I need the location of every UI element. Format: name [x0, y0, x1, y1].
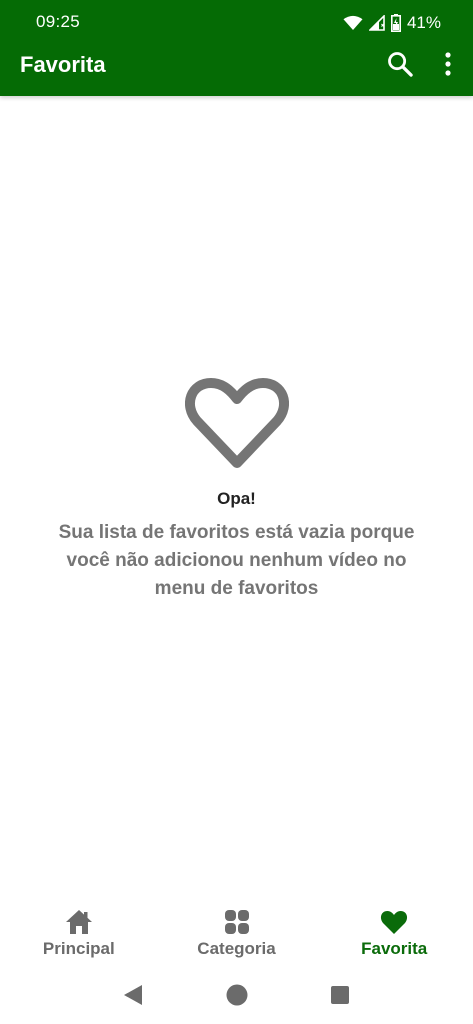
cell-signal-icon: [368, 15, 385, 31]
nav-item-favorita[interactable]: Favorita: [315, 905, 473, 965]
home-circle-icon[interactable]: [225, 983, 249, 1007]
nav-item-principal[interactable]: Principal: [0, 905, 158, 965]
bottom-nav: Principal Categoria Favorita: [0, 905, 473, 965]
nav-label-principal: Principal: [42, 939, 115, 958]
search-icon[interactable]: [386, 50, 414, 78]
battery-percent: 41%: [406, 13, 441, 32]
status-time: 09:25: [36, 12, 81, 31]
status-bar: 09:25 41%: [0, 0, 473, 46]
system-nav-bar: [0, 975, 473, 1015]
battery-icon: [390, 14, 401, 32]
app-bar: 09:25 41% Favorita: [0, 0, 473, 96]
nav-label-favorita: Favorita: [361, 939, 428, 958]
empty-title: Opa!: [217, 489, 256, 508]
nav-label-categoria: Categoria: [197, 939, 276, 958]
back-icon[interactable]: [122, 983, 144, 1007]
nav-item-categoria[interactable]: Categoria: [158, 905, 316, 965]
heart-outline-icon: [184, 378, 289, 468]
home-icon: [65, 910, 92, 934]
category-grid-icon: [224, 910, 249, 934]
page-title: Favorita: [20, 52, 106, 77]
recents-icon[interactable]: [329, 983, 351, 1007]
empty-state: Opa! Sua lista de favoritos está vazia p…: [0, 375, 473, 603]
more-vert-icon[interactable]: [436, 50, 460, 78]
toolbar: Favorita: [0, 46, 473, 96]
empty-message: Sua lista de favoritos está vazia porque…: [58, 522, 415, 599]
wifi-icon: [343, 15, 363, 30]
status-icons: 41%: [343, 12, 441, 34]
heart-icon: [381, 911, 408, 934]
